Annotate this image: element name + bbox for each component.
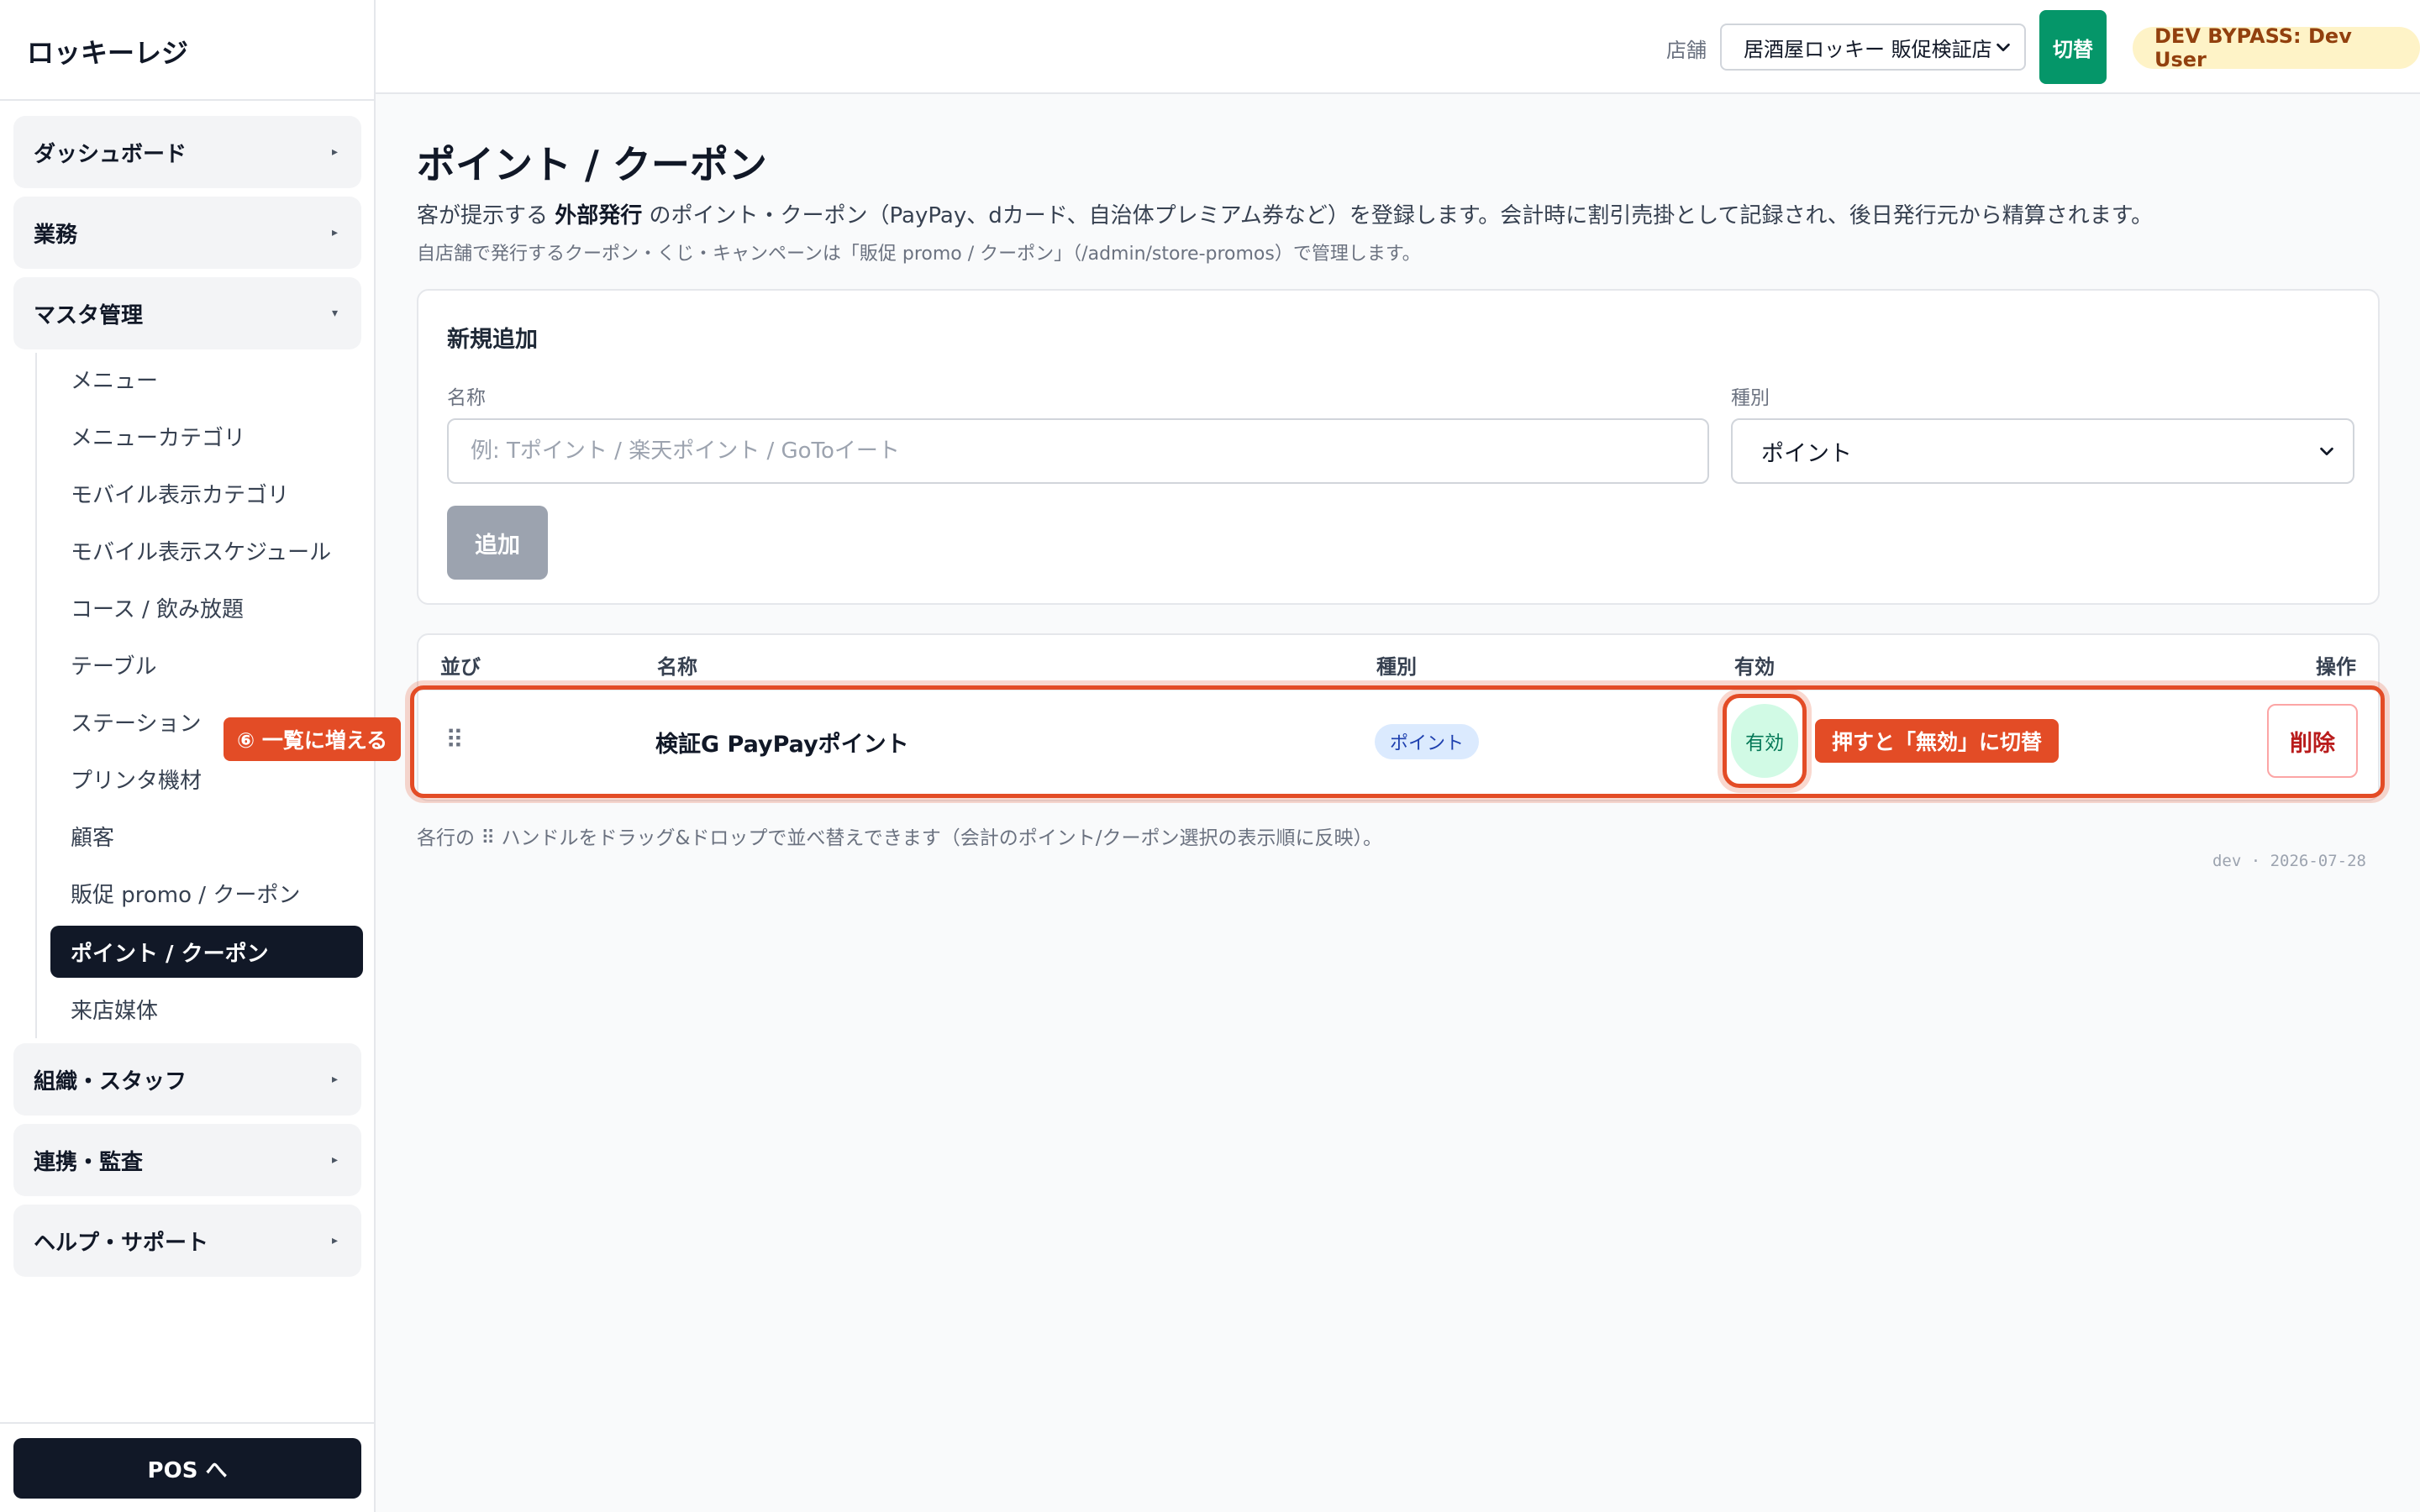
sidebar-group-integration[interactable]: 連携・監査 ▸ — [13, 1124, 361, 1196]
description-prefix: 客が提示する — [417, 203, 555, 228]
sidebar-group-dashboard[interactable]: ダッシュボード ▸ — [13, 116, 361, 188]
type-select-value: ポイント — [1761, 440, 1852, 467]
sidebar-item-table[interactable]: テーブル — [50, 638, 363, 690]
toggle-annotation-callout: 押すと「無効」に切替 — [1815, 719, 2060, 763]
sidebar-item-menu[interactable]: メニュー — [50, 353, 363, 405]
type-field-label: 種別 — [1731, 387, 1770, 409]
add-button[interactable]: 追加 — [447, 506, 548, 580]
sidebar-item-menu-category[interactable]: メニューカテゴリ — [50, 410, 363, 462]
chevron-down-icon — [1996, 43, 2010, 52]
sidebar-group-master[interactable]: マスタ管理 ▾ — [13, 277, 361, 349]
page-note: 自店舗で発行するクーポン・くじ・キャンペーンは「販促 promo / クーポン」… — [417, 244, 1421, 265]
description-suffix: のポイント・クーポン（PayPay、dカード、自治体プレミアム券など）を登録しま… — [642, 203, 2154, 228]
page-title: ポイント / クーポン — [417, 142, 767, 187]
sidebar-group-label: マスタ管理 — [34, 302, 144, 328]
sidebar-group-help[interactable]: ヘルプ・サポート ▸ — [13, 1205, 361, 1277]
reorder-hint: 各行の ⠿ ハンドルをドラッグ&ドロップで並べ替えできます（会計のポイント/クー… — [417, 827, 1382, 849]
sidebar-group-label: ダッシュボード — [34, 141, 187, 167]
dev-user-badge: DEV BYPASS: Dev User — [2133, 24, 2420, 71]
caret-down-icon: ▾ — [331, 307, 338, 320]
sidebar-item-mobile-category[interactable]: モバイル表示カテゴリ — [50, 467, 363, 519]
name-input[interactable] — [447, 418, 1709, 484]
name-field-label: 名称 — [447, 387, 486, 409]
master-submenu: メニュー メニューカテゴリ モバイル表示カテゴリ モバイル表示スケジュール コー… — [35, 353, 363, 1038]
column-header-active: 有効 — [1734, 655, 1775, 679]
sidebar-group-label: 業務 — [34, 222, 78, 248]
sidebar-divider — [0, 99, 374, 101]
column-header-order: 並び — [440, 655, 481, 679]
description-emphasis: 外部発行 — [555, 203, 643, 228]
sidebar-item-points-coupons[interactable]: ポイント / クーポン — [50, 926, 363, 978]
sidebar-divider — [0, 1422, 374, 1424]
sidebar-group-label: ヘルプ・サポート — [34, 1230, 209, 1256]
sidebar-item-store-promo[interactable]: 販促 promo / クーポン — [50, 867, 363, 919]
store-switch-button[interactable]: 切替 — [2039, 10, 2107, 84]
caret-right-icon: ▸ — [331, 145, 338, 159]
type-badge: ポイント — [1375, 724, 1480, 759]
caret-right-icon: ▸ — [331, 226, 338, 239]
store-label: 店舗 — [1666, 39, 1707, 62]
pos-button[interactable]: POS へ — [13, 1438, 361, 1499]
type-select[interactable]: ポイント — [1731, 418, 2354, 484]
caret-right-icon: ▸ — [331, 1073, 338, 1086]
caret-right-icon: ▸ — [331, 1234, 338, 1247]
sidebar-group-label: 連携・監査 — [34, 1149, 144, 1175]
store-select-value: 居酒屋ロッキー 販促検証店 — [1744, 37, 1992, 61]
column-header-type: 種別 — [1376, 655, 1417, 679]
build-tag: dev · 2026-07-28 — [2212, 852, 2366, 870]
caret-right-icon: ▸ — [331, 1153, 338, 1167]
sidebar-item-course[interactable]: コース / 飲み放題 — [50, 581, 363, 633]
sidebar-group-label: 組織・スタッフ — [34, 1068, 187, 1095]
new-entry-card: 新規追加 名称 種別 ポイント 追加 — [417, 289, 2380, 605]
app-root: ロッキーレジ ダッシュボード ▸ 業務 ▸ マスタ管理 ▾ メニュー メニューカ… — [0, 0, 2420, 1512]
column-header-actions: 操作 — [2316, 655, 2356, 679]
drag-handle-icon[interactable]: ⠿ — [445, 726, 464, 755]
top-header: 店舗 居酒屋ロッキー 販促検証店 切替 DEV BYPASS: Dev User — [376, 0, 2420, 94]
row-name: 検証G PayPayポイント — [655, 732, 909, 758]
page-description: 客が提示する 外部発行 のポイント・クーポン（PayPay、dカード、自治体プレ… — [417, 198, 2153, 229]
column-header-name: 名称 — [657, 655, 697, 679]
sidebar-group-organization[interactable]: 組織・スタッフ ▸ — [13, 1043, 361, 1116]
app-brand[interactable]: ロッキーレジ — [27, 32, 188, 71]
chevron-down-icon — [2320, 447, 2333, 456]
store-select[interactable]: 居酒屋ロッキー 販促検証店 — [1720, 24, 2026, 71]
sidebar-item-customer[interactable]: 顧客 — [50, 810, 363, 862]
delete-button[interactable]: 削除 — [2267, 704, 2358, 778]
row-annotation-callout: ⑥ 一覧に増える — [224, 717, 402, 761]
sidebar-item-mobile-schedule[interactable]: モバイル表示スケジュール — [50, 524, 363, 576]
new-entry-title: 新規追加 — [447, 327, 538, 353]
active-toggle-button[interactable]: 有効 — [1731, 704, 1798, 778]
sidebar-group-operations[interactable]: 業務 ▸ — [13, 197, 361, 269]
sidebar-item-visit-media[interactable]: 来店媒体 — [50, 983, 363, 1035]
